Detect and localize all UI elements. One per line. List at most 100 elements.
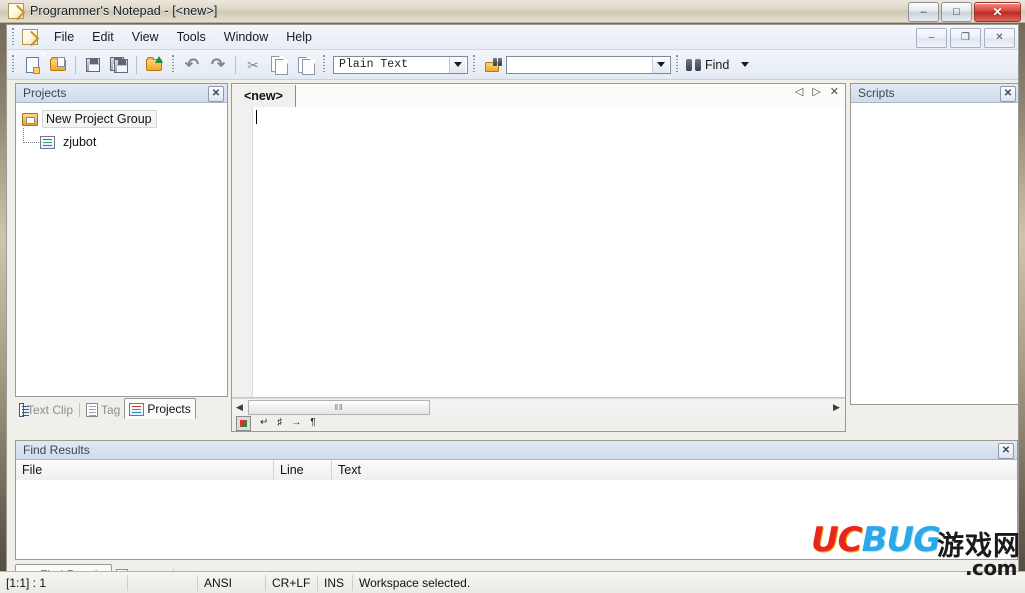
status-encoding: ANSI	[198, 574, 266, 591]
tab-separator	[79, 403, 80, 417]
scissors-icon[interactable]: ✂	[241, 53, 265, 77]
title-bar: Programmer's Notepad - [<new>] – □ ✕	[0, 0, 1025, 23]
status-message: Workspace selected.	[359, 575, 471, 590]
toolbar-separator	[75, 55, 76, 74]
document-icon	[21, 28, 39, 46]
mdi-close-button[interactable]: ✕	[984, 28, 1015, 48]
window-maximize-button[interactable]: □	[941, 2, 972, 22]
project-group-icon	[22, 112, 38, 126]
menu-item-edit[interactable]: Edit	[83, 27, 123, 47]
paste-icon[interactable]	[293, 53, 317, 77]
close-tab-icon[interactable]: ✕	[830, 87, 839, 98]
application-window: Programmer's Notepad - [<new>] – □ ✕ Fil…	[0, 0, 1025, 593]
menu-item-tools[interactable]: Tools	[168, 27, 215, 47]
new-document-icon[interactable]	[20, 53, 44, 77]
status-selection-info	[128, 574, 198, 591]
toolbar-drag-grip-4[interactable]	[471, 55, 478, 74]
menu-item-file[interactable]: File	[45, 27, 83, 47]
tab-label: Projects	[147, 402, 191, 416]
tabs-icon[interactable]: →	[291, 418, 301, 428]
toolbar-drag-grip-5[interactable]	[674, 55, 681, 74]
text-clips-icon	[19, 402, 29, 417]
close-icon[interactable]: ✕	[208, 86, 224, 102]
editor-tab-new[interactable]: <new>	[232, 85, 296, 107]
find-results-list[interactable]	[16, 480, 1017, 559]
find-results-caption: Find Results ✕	[16, 441, 1017, 460]
menu-bar: File Edit View Tools Window Help – ❐ ✕	[7, 25, 1018, 50]
toolbar-drag-grip-2[interactable]	[170, 55, 177, 74]
line-endings-icon[interactable]: ↵	[260, 418, 268, 428]
projects-panel: Projects ✕ New Project Group zjubot	[15, 83, 228, 397]
menu-item-window[interactable]: Window	[215, 27, 277, 47]
editor-gutter	[232, 107, 253, 397]
whitespace-icon[interactable]: ♯	[277, 418, 282, 428]
text-caret	[256, 110, 257, 124]
chevron-down-icon[interactable]	[449, 56, 466, 73]
find-dropdown-button[interactable]	[733, 53, 757, 77]
open-project-icon[interactable]	[142, 53, 166, 77]
window-title: Programmer's Notepad - [<new>]	[30, 4, 218, 18]
editor-horizontal-scrollbar[interactable]: ◀ ‖‖ ▶	[232, 398, 845, 415]
toolbar-separator	[235, 55, 236, 74]
mdi-minimize-button[interactable]: –	[916, 28, 947, 48]
paragraph-marks-icon[interactable]: ¶	[310, 418, 315, 428]
column-header-line[interactable]: Line	[274, 460, 332, 480]
scripts-list[interactable]	[851, 103, 1018, 404]
window-close-button[interactable]: ✕	[974, 2, 1021, 22]
toolbar-drag-grip-3[interactable]	[321, 55, 328, 74]
menu-item-help[interactable]: Help	[277, 27, 321, 47]
mdi-restore-button[interactable]: ❐	[950, 28, 981, 48]
window-minimize-button[interactable]: –	[908, 2, 939, 22]
close-icon[interactable]: ✕	[998, 443, 1014, 459]
tree-item-project-group[interactable]: New Project Group	[22, 109, 227, 129]
toolbar-separator	[136, 55, 137, 74]
binoculars-icon	[686, 58, 701, 71]
scripts-panel-caption: Scripts ✕	[851, 84, 1018, 103]
scripts-panel: Scripts ✕	[850, 83, 1018, 405]
scripts-panel-title: Scripts	[858, 86, 895, 100]
scroll-right-icon[interactable]: ▶	[829, 400, 844, 415]
find-in-files-icon[interactable]	[481, 53, 505, 77]
menu-item-view[interactable]: View	[123, 27, 168, 47]
save-disk-icon[interactable]	[81, 53, 105, 77]
find-button[interactable]: Find	[683, 54, 732, 76]
project-tree[interactable]: New Project Group zjubot	[16, 103, 227, 396]
redo-arrow-icon[interactable]: ↷	[206, 53, 230, 77]
save-all-icon[interactable]	[107, 53, 131, 77]
tab-tags[interactable]: Tag	[82, 400, 124, 419]
scroll-left-icon[interactable]: ◀	[232, 400, 247, 415]
copy-icon[interactable]	[267, 53, 291, 77]
next-tab-icon[interactable]: ▷	[812, 87, 820, 98]
projects-panel-caption: Projects ✕	[16, 84, 227, 103]
projects-panel-title: Projects	[23, 86, 67, 100]
status-caret-position: [1:1] : 1	[0, 574, 128, 591]
tags-icon	[86, 402, 98, 417]
close-icon[interactable]: ✕	[1000, 86, 1016, 102]
chevron-down-icon[interactable]	[652, 56, 669, 73]
color-scheme-icon[interactable]	[236, 415, 251, 431]
editor-tab-tools: ◁ ▷ ✕	[795, 87, 839, 98]
find-button-label: Find	[705, 57, 730, 72]
text-editor[interactable]	[232, 107, 845, 398]
tree-item-project[interactable]: zjubot	[23, 128, 227, 152]
column-header-file[interactable]: File	[16, 460, 274, 480]
tab-label: Tag	[101, 402, 121, 417]
toolbar-drag-grip-1[interactable]	[10, 55, 17, 74]
tree-item-label: zjubot	[63, 135, 97, 149]
scheme-combo[interactable]: Plain Text	[333, 55, 468, 74]
scrollbar-thumb[interactable]: ‖‖	[248, 399, 430, 415]
mdi-child-buttons: – ❐ ✕	[916, 28, 1015, 48]
prev-tab-icon[interactable]: ◁	[795, 87, 803, 98]
left-dock-tabs: Text Clip Tag Projects	[15, 397, 228, 419]
find-input[interactable]	[506, 55, 671, 74]
menu-drag-grip[interactable]	[10, 27, 17, 47]
open-folder-icon[interactable]	[46, 53, 70, 77]
tab-text-clips[interactable]: Text Clip	[15, 400, 77, 419]
undo-arrow-icon[interactable]: ↶	[180, 53, 204, 77]
dock-row: Projects ✕ New Project Group zjubot Text…	[9, 83, 1018, 438]
tab-projects[interactable]: Projects	[124, 398, 196, 419]
find-results-header: File Line Text	[16, 460, 1017, 481]
tree-connector	[23, 128, 39, 143]
project-icon	[40, 135, 55, 149]
column-header-text[interactable]: Text	[332, 460, 1017, 480]
